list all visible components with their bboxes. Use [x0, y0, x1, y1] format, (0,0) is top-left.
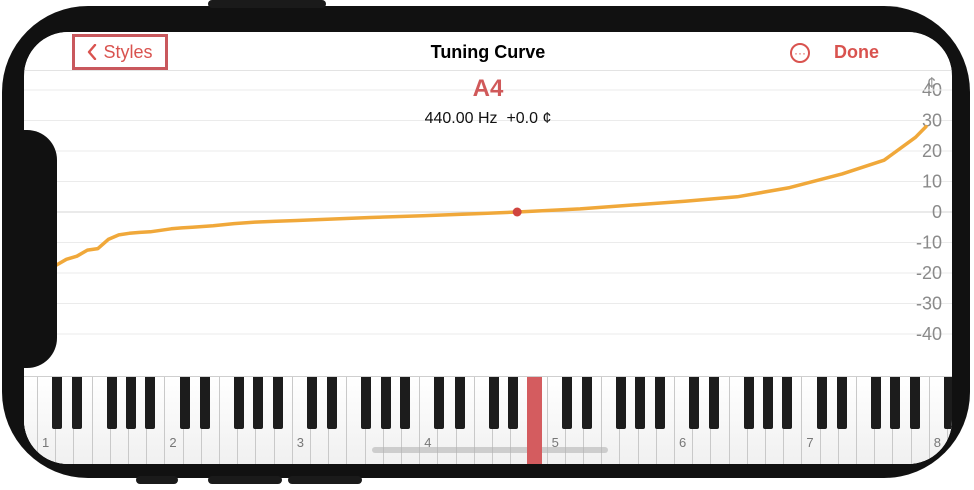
page-title: Tuning Curve — [430, 42, 546, 62]
device-frame: Styles Tuning Curve ··· Done 40 30 20 10 0 -1… — [2, 0, 970, 484]
black-key[interactable] — [399, 377, 410, 429]
volume-button — [208, 0, 326, 8]
y-tick-label: 20 — [922, 141, 942, 161]
black-key[interactable] — [307, 377, 318, 429]
ellipsis-circle-icon[interactable]: ··· — [790, 43, 810, 63]
octave-label: 6 — [679, 435, 687, 450]
black-key[interactable] — [199, 377, 210, 429]
side-button — [136, 476, 178, 484]
y-tick-label: -20 — [916, 263, 942, 283]
black-key[interactable] — [233, 377, 244, 429]
black-key[interactable] — [762, 377, 773, 429]
black-key[interactable] — [689, 377, 700, 429]
y-tick-label: -40 — [916, 324, 942, 344]
black-key[interactable] — [327, 377, 338, 429]
tuning-curve-line — [24, 124, 928, 282]
navigation-bar: Styles Tuning Curve ··· Done — [24, 32, 952, 71]
black-key[interactable] — [654, 377, 665, 429]
black-key[interactable] — [709, 377, 720, 429]
black-key[interactable] — [616, 377, 627, 429]
octave-label: 1 — [42, 435, 50, 450]
black-key[interactable] — [635, 377, 646, 429]
app-screen: Styles Tuning Curve ··· Done 40 30 20 10 0 -1… — [24, 32, 952, 464]
note-frequency: 440.00 Hz — [424, 110, 498, 127]
black-key[interactable] — [488, 377, 499, 429]
octave-label: 2 — [169, 435, 177, 450]
black-key[interactable] — [272, 377, 283, 429]
black-key[interactable] — [106, 377, 117, 429]
white-key[interactable] — [24, 377, 38, 464]
black-key[interactable] — [944, 377, 952, 429]
side-button — [288, 476, 362, 484]
y-tick-label: -30 — [916, 294, 942, 314]
piano-keyboard[interactable]: 12345678 — [24, 376, 952, 464]
black-key[interactable] — [125, 377, 136, 429]
octave-label: 3 — [296, 435, 305, 450]
side-button — [208, 476, 282, 484]
black-key[interactable] — [454, 377, 465, 429]
black-key[interactable] — [890, 377, 901, 429]
done-button[interactable]: Done — [834, 42, 879, 63]
black-key[interactable] — [145, 377, 156, 429]
black-key[interactable] — [179, 377, 190, 429]
notch — [24, 130, 57, 368]
black-key[interactable] — [361, 377, 372, 429]
note-name: A4 — [472, 75, 504, 102]
black-key[interactable] — [561, 377, 572, 429]
octave-label: 7 — [806, 435, 814, 450]
black-key[interactable] — [434, 377, 445, 429]
note-cents: +0.0 ¢ — [506, 110, 552, 127]
selected-key[interactable] — [527, 377, 542, 464]
black-key[interactable] — [52, 377, 63, 429]
y-tick-label: 0 — [932, 202, 942, 222]
y-tick-label: -10 — [916, 233, 942, 253]
note-frequency-readout: 440.00 Hz +0.0 ¢ — [24, 110, 952, 128]
keyboard-scroll-indicator[interactable] — [372, 447, 608, 453]
y-tick-label: 10 — [922, 172, 942, 192]
black-key[interactable] — [380, 377, 391, 429]
black-key[interactable] — [782, 377, 793, 429]
black-key[interactable] — [743, 377, 754, 429]
black-key[interactable] — [508, 377, 518, 429]
black-key[interactable] — [816, 377, 827, 429]
black-key[interactable] — [253, 377, 264, 429]
black-key[interactable] — [909, 377, 920, 429]
black-key[interactable] — [870, 377, 881, 429]
black-key[interactable] — [836, 377, 847, 429]
black-key[interactable] — [581, 377, 592, 429]
selected-note-point — [512, 207, 522, 217]
octave-label: 8 — [933, 435, 942, 450]
black-key[interactable] — [72, 377, 83, 429]
